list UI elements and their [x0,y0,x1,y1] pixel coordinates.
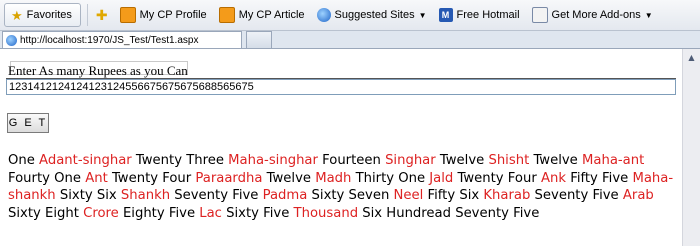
chevron-down-icon: ▼ [644,10,653,20]
unit-word: Arab [622,188,654,203]
unit-word: Kharab [483,188,531,203]
number-word: Fourteen [317,153,386,168]
unit-word: Jald [429,170,454,186]
favorites-label: Favorites [26,9,72,21]
page-icon [6,34,17,46]
favorite-link-label: Free Hotmail [456,9,520,21]
unit-word: Lac [199,205,222,221]
unit-word: Madh [315,170,352,186]
favorite-link-label: Get More Add-ons [551,9,641,21]
unit-word: Crore [83,205,119,221]
number-word: Sixty Seven [307,188,394,203]
addon-icon [531,7,548,23]
tab-current-page[interactable]: http://localhost:1970/JS_Test/Test1.aspx [2,31,242,48]
favorite-link-free-hotmail[interactable]: M Free Hotmail [433,8,526,22]
chevron-down-icon: ▼ [418,10,427,20]
unit-word: Singhar [385,153,436,168]
prompt-label: Enter As many Rupees as you Can [8,63,188,78]
number-word: Twenty Four [107,170,196,186]
get-button[interactable]: G E T [7,113,49,133]
cp-icon [119,7,136,23]
number-word: Six Hundread Seventy Five [358,205,540,221]
number-word: Seventy Five [530,188,623,203]
favorites-button[interactable]: ★ Favorites [4,3,81,27]
number-word: Eighty Five [118,205,200,221]
number-word: Twenty Three [131,153,229,168]
favorites-bar: ★ Favorites ✚ My CP Profile My CP Articl… [0,0,700,31]
ie-icon [316,8,331,22]
number-word: Sixty Eight [8,205,84,221]
unit-word: Adant-singhar [39,153,132,168]
favorite-link-my-cp-profile[interactable]: My CP Profile [114,7,213,23]
unit-word: Shankh [120,188,171,203]
cp-icon [218,7,235,23]
star-icon: ★ [11,7,23,23]
msn-icon: M [438,8,453,22]
favorite-link-my-cp-article[interactable]: My CP Article [213,7,311,23]
unit-word: Thousand [293,205,359,221]
number-word: Fifty Five [566,170,633,186]
tab-title: http://localhost:1970/JS_Test/Test1.aspx [20,34,199,46]
add-to-favorites-button[interactable]: ✚ [90,8,114,22]
unit-word: Ant [85,170,108,186]
number-word: Twelve [435,153,489,168]
unit-word: Shisht [488,153,530,168]
number-word: One [8,153,40,168]
result-text: One Adant-singhar Twenty Three Maha-sing… [8,152,676,222]
divider [86,4,88,26]
number-word: Thirty One [351,170,430,186]
tab-bar: http://localhost:1970/JS_Test/Test1.aspx [0,31,700,49]
favorite-link-label: Suggested Sites [334,9,415,21]
favorite-link-label: My CP Profile [139,9,207,21]
amount-input[interactable] [6,79,676,95]
vertical-scrollbar[interactable]: ▲ [682,49,700,246]
unit-word: Maha-ant [582,153,645,168]
number-word: Twelve [529,153,582,168]
favorite-link-get-more-add-ons[interactable]: Get More Add-ons ▼ [526,7,659,23]
unit-word: Neel [393,188,424,203]
unit-word: Padma [262,188,308,203]
unit-word: Ank [540,170,566,186]
number-word: Twelve [262,170,316,186]
unit-word: Paraardha [195,170,263,186]
favorite-link-suggested-sites[interactable]: Suggested Sites ▼ [311,8,433,22]
number-word: Fourty One [8,170,86,186]
number-word: Sixty Six [55,188,121,203]
add-favorite-icon: ✚ [95,7,108,23]
number-word: Seventy Five [170,188,263,203]
unit-word: Maha-singhar [228,153,318,168]
scroll-up-arrow-icon[interactable]: ▲ [685,51,698,64]
number-word: Twenty Four [453,170,541,186]
page-content: Enter As many Rupees as you Can G E T On… [0,49,683,246]
new-tab-button[interactable] [246,31,272,48]
number-word: Fifty Six [423,188,484,203]
number-word: Sixty Five [221,205,294,221]
favorite-link-label: My CP Article [238,9,305,21]
